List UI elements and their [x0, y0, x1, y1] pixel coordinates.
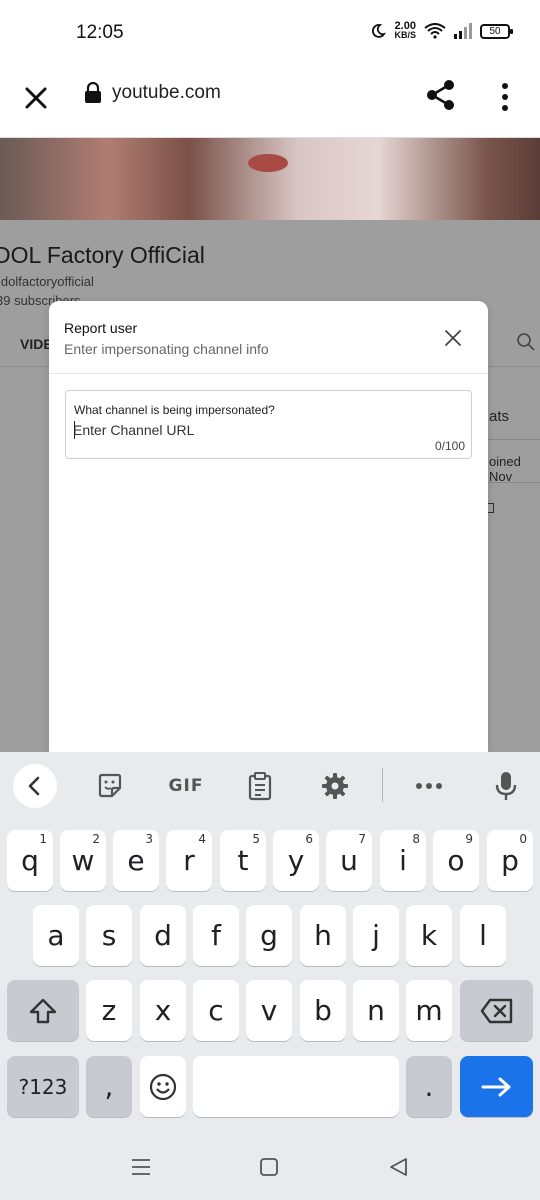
channel-url-input[interactable] — [73, 419, 403, 441]
backspace-key[interactable] — [460, 980, 533, 1041]
signal-icon — [454, 23, 472, 39]
sticker-icon — [98, 773, 122, 798]
moon-icon — [372, 24, 387, 38]
dialog-close-icon[interactable] — [443, 328, 463, 348]
divider — [488, 482, 540, 483]
dialog-divider — [49, 373, 488, 374]
key-q[interactable]: q1 — [7, 830, 53, 891]
lock-icon — [85, 82, 101, 103]
keyboard-toolbar: GIF — [0, 752, 540, 822]
back-chevron-button[interactable] — [13, 764, 57, 808]
key-y[interactable]: y6 — [273, 830, 319, 891]
comma-key[interactable]: , — [86, 1056, 132, 1117]
key-s[interactable]: s — [86, 905, 132, 966]
key-h[interactable]: h — [300, 905, 346, 966]
key-a[interactable]: a — [33, 905, 79, 966]
keyboard: GIF q 1 w 2 e 3 r 4 t 5 y 6 u 7 i 8 o 9 … — [0, 752, 540, 1135]
arrow-right-icon — [481, 1077, 510, 1096]
report-user-dialog: Report user Enter impersonating channel … — [49, 301, 488, 752]
mic-icon — [495, 772, 517, 800]
url-text: youtube.com — [112, 82, 221, 103]
shift-key[interactable] — [7, 980, 79, 1041]
clipboard-button[interactable] — [242, 768, 278, 804]
key-k[interactable]: k — [406, 905, 452, 966]
key-t[interactable]: t5 — [220, 830, 266, 891]
key-c[interactable]: c — [193, 980, 239, 1041]
key-p[interactable]: p0 — [487, 830, 533, 891]
more-button[interactable] — [411, 768, 447, 804]
wifi-icon — [424, 23, 446, 39]
key-z[interactable]: z — [86, 980, 132, 1041]
close-icon[interactable] — [20, 82, 52, 114]
key-w[interactable]: w2 — [60, 830, 106, 891]
channel-handle: idolfactoryofficial — [0, 274, 94, 289]
more-vert-icon[interactable] — [494, 80, 516, 114]
settings-icon — [322, 773, 348, 799]
search-icon — [517, 333, 535, 351]
toolbar-separator — [382, 768, 383, 802]
battery-icon: 50 — [480, 23, 513, 39]
key-x[interactable]: x — [140, 980, 186, 1041]
gif-icon: GIF — [168, 776, 204, 796]
backspace-icon — [480, 998, 512, 1023]
status-bar: 12:05 2.00 KB/S 50 — [0, 0, 540, 64]
key-u[interactable]: u7 — [326, 830, 372, 891]
dialog-subtitle: Enter impersonating channel info — [64, 341, 269, 357]
system-nav-bar — [0, 1135, 540, 1200]
more-horiz-icon — [416, 783, 442, 789]
text-caret — [74, 421, 75, 439]
sticker-button[interactable] — [92, 768, 128, 804]
key-e[interactable]: e3 — [113, 830, 159, 891]
symbols-key[interactable]: ?123 — [7, 1056, 79, 1117]
home-icon[interactable] — [257, 1155, 281, 1179]
status-icons: 2.00 KB/S 50 — [370, 20, 513, 40]
gif-button[interactable]: GIF — [166, 768, 206, 804]
enter-key[interactable] — [460, 1056, 533, 1117]
channel-banner — [0, 138, 540, 220]
key-i[interactable]: i8 — [380, 830, 426, 891]
share-icon[interactable] — [424, 78, 458, 112]
field-label: What channel is being impersonated? — [74, 403, 275, 417]
divider — [488, 439, 540, 440]
key-n[interactable]: n — [353, 980, 399, 1041]
emoji-key[interactable] — [140, 1056, 186, 1117]
key-l[interactable]: l — [460, 905, 506, 966]
settings-button[interactable] — [317, 768, 353, 804]
net-speed: 2.00 KB/S — [394, 20, 416, 40]
channel-url-field[interactable]: What channel is being impersonated? 0/10… — [65, 390, 472, 459]
clipboard-icon — [248, 772, 272, 801]
key-b[interactable]: b — [300, 980, 346, 1041]
background-text-stats: ats — [489, 408, 510, 425]
tab-videos: VIDE — [20, 336, 53, 352]
shift-icon — [29, 998, 57, 1023]
url-bar[interactable]: youtube.com — [84, 82, 221, 104]
banner-image-detail — [248, 154, 288, 172]
recents-icon[interactable] — [129, 1155, 153, 1179]
key-o[interactable]: o9 — [433, 830, 479, 891]
browser-bar: youtube.com — [0, 64, 540, 138]
key-g[interactable]: g — [246, 905, 292, 966]
period-key[interactable]: . — [406, 1056, 452, 1117]
dialog-title: Report user — [64, 320, 138, 336]
space-key[interactable] — [193, 1056, 399, 1117]
channel-name: DOL Factory OffiCial — [0, 242, 205, 268]
background-text-joined: oined Nov — [489, 454, 521, 484]
key-m[interactable]: m — [406, 980, 452, 1041]
voice-input-button[interactable] — [488, 768, 524, 804]
character-counter: 0/100 — [434, 439, 465, 453]
back-icon[interactable] — [386, 1155, 410, 1179]
key-j[interactable]: j — [353, 905, 399, 966]
key-d[interactable]: d — [140, 905, 186, 966]
key-r[interactable]: r4 — [166, 830, 212, 891]
status-time: 12:05 — [76, 22, 124, 43]
back-chevron-icon — [28, 776, 40, 796]
key-v[interactable]: v — [246, 980, 292, 1041]
emoji-icon — [149, 1073, 177, 1100]
key-f[interactable]: f — [193, 905, 239, 966]
